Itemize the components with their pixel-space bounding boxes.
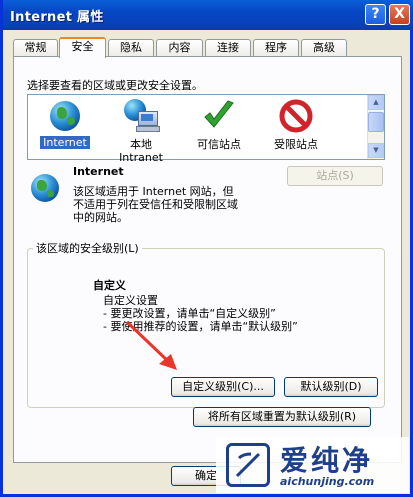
- help-button[interactable]: ?: [365, 4, 386, 25]
- scroll-thumb[interactable]: [368, 112, 384, 132]
- scroll-up-arrow-icon[interactable]: ▲: [368, 95, 384, 110]
- tab-content[interactable]: 内容: [156, 39, 203, 57]
- watermark-url: aichunjing.com: [280, 475, 375, 488]
- zone-restricted[interactable]: 受限站点: [261, 99, 331, 152]
- network-icon: [124, 99, 160, 133]
- zone-label-sub: Intranet: [119, 151, 163, 164]
- security-level-group-label: 该区域的安全级别(L): [33, 240, 142, 256]
- globe-icon: [48, 99, 82, 133]
- zone-label: 可信站点: [197, 138, 241, 151]
- zones-prompt: 选择要查看的区域或更改安全设置。: [27, 79, 203, 92]
- default-level-button[interactable]: 默认级别(D): [284, 377, 378, 397]
- watermark: 爱纯净 aichunjing.com: [216, 437, 409, 493]
- selected-zone-globe-icon: [31, 174, 61, 204]
- selected-zone-name: Internet: [73, 165, 124, 178]
- scroll-down-arrow-icon[interactable]: ▼: [368, 143, 384, 158]
- no-entry-icon: [279, 99, 313, 133]
- reset-all-zones-button[interactable]: 将所有区域重置为默认级别(R): [193, 407, 371, 427]
- window-title: Internet 属性: [10, 10, 104, 25]
- watermark-text: 爱纯净: [280, 444, 374, 477]
- tab-security[interactable]: 安全: [59, 37, 106, 58]
- tab-connections[interactable]: 连接: [205, 39, 251, 57]
- tab-advanced[interactable]: 高级: [301, 39, 347, 57]
- zone-scrollbar[interactable]: ▲ ▼: [367, 95, 384, 159]
- zone-internet[interactable]: Internet: [30, 99, 100, 149]
- zone-label: Internet: [40, 136, 90, 149]
- checkmark-icon: [202, 99, 236, 133]
- tab-privacy[interactable]: 隐私: [108, 39, 154, 57]
- title-bar: Internet 属性 ? X: [3, 0, 413, 30]
- security-level-title: 自定义: [93, 279, 126, 292]
- close-button[interactable]: X: [389, 4, 410, 25]
- sites-button[interactable]: 站点(S): [287, 166, 383, 186]
- zone-intranet[interactable]: 本地 Intranet: [106, 99, 176, 164]
- tab-programs[interactable]: 程序: [253, 39, 299, 57]
- dialog-window: Internet 属性 ? X 常规 安全 隐私 内容 连接 程序 高级 选择要…: [0, 0, 413, 497]
- zone-label: 受限站点: [274, 138, 318, 151]
- red-arrow-annotation: [125, 320, 177, 370]
- zone-list[interactable]: Internet 本地 Intranet 可信站点 受限站点 ▲ ▼: [27, 94, 385, 164]
- custom-level-button[interactable]: 自定义级别(C)...: [171, 377, 275, 397]
- zone-description-line3: 中的网站。: [73, 211, 128, 224]
- zone-trusted[interactable]: 可信站点: [184, 99, 254, 152]
- watermark-logo-icon: [226, 443, 270, 487]
- zone-label: 本地: [130, 138, 152, 151]
- tab-general[interactable]: 常规: [13, 39, 58, 57]
